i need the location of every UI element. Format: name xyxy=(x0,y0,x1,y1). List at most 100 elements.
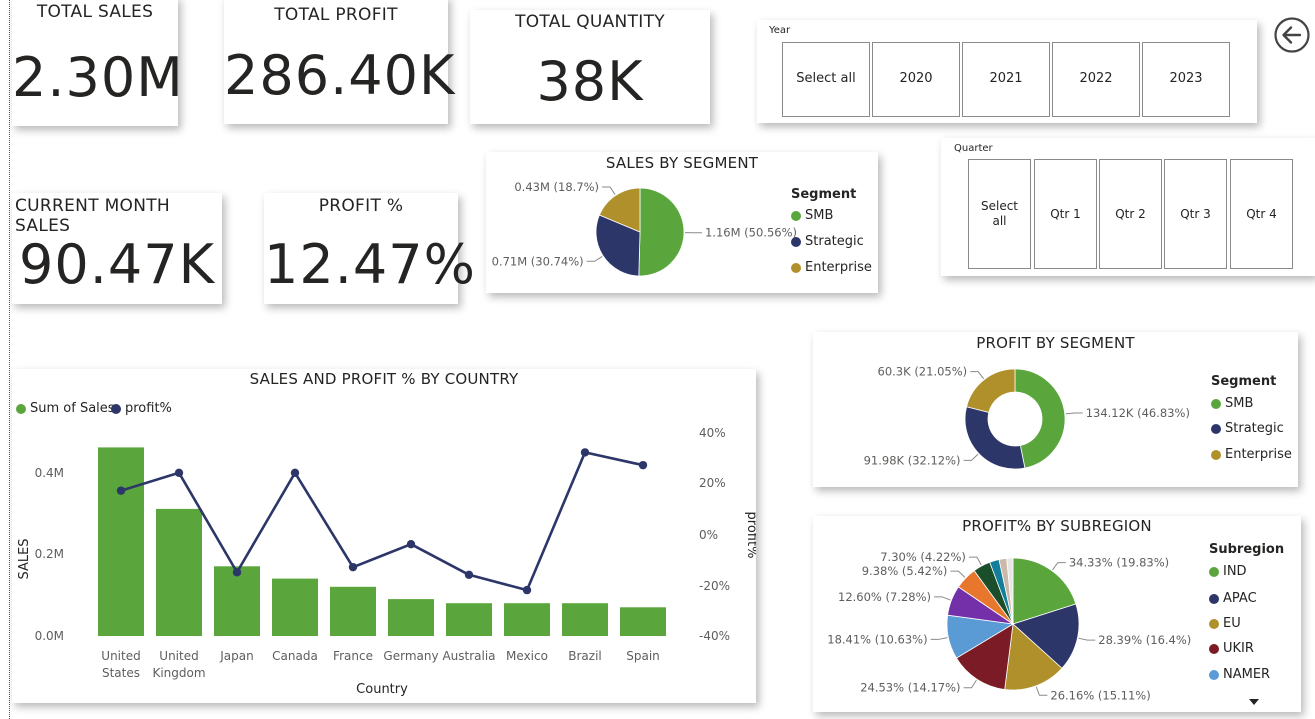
legend-item-smb[interactable]: SMB xyxy=(1211,396,1253,411)
data-label: 12.60% (7.28%) xyxy=(838,590,931,604)
pie-slice[interactable] xyxy=(966,368,1016,413)
legend-item-strategic[interactable]: Strategic xyxy=(1211,421,1284,436)
data-label: 60.3K (21.05%) xyxy=(878,365,968,379)
legend-label: Strategic xyxy=(1225,421,1284,436)
kpi-title: CURRENT MONTH SALES xyxy=(15,196,171,236)
slicer-option-2022[interactable]: 2022 xyxy=(1052,42,1140,117)
legend-label: SMB xyxy=(805,208,834,223)
legend-item-ukir[interactable]: UKIR xyxy=(1209,641,1254,656)
back-button[interactable] xyxy=(1273,16,1311,54)
legend-label: UKIR xyxy=(1223,641,1254,656)
kpi-value: 38K xyxy=(536,50,644,113)
slicer-title: Quarter xyxy=(954,143,993,154)
x-tick-label: United xyxy=(101,649,140,663)
data-label-leader xyxy=(934,596,951,601)
legend-dot xyxy=(1211,449,1221,460)
legend-item-strategic[interactable]: Strategic xyxy=(791,234,864,249)
data-label: 91.98K (32.12%) xyxy=(864,453,961,467)
legend-label: EU xyxy=(1223,616,1241,631)
slicer-option-select-all[interactable]: Select all xyxy=(968,159,1031,269)
data-label: 134.12K (46.83%) xyxy=(1086,406,1190,420)
legend-dot xyxy=(1209,669,1219,680)
data-label-leader xyxy=(968,556,982,566)
data-label-leader xyxy=(586,256,603,262)
profit-point[interactable] xyxy=(290,468,300,477)
slicer-option-2021[interactable]: 2021 xyxy=(962,42,1050,117)
legend-item-ind[interactable]: IND xyxy=(1209,564,1247,579)
legend-title: Segment xyxy=(791,187,857,202)
pie-slice[interactable] xyxy=(638,187,685,277)
legend-label: Strategic xyxy=(805,234,864,249)
legend-label: IND xyxy=(1223,564,1247,579)
year-slicer: Year Select all 2020 2021 2022 2023 xyxy=(757,20,1257,123)
y-tick-label: 0.4M xyxy=(35,466,64,480)
slicer-option-qtr-2[interactable]: Qtr 2 xyxy=(1099,159,1162,269)
sales-bar[interactable] xyxy=(388,599,434,636)
arrow-left-circle-icon xyxy=(1274,17,1310,53)
profit-point[interactable] xyxy=(116,486,126,495)
legend-dot xyxy=(1209,643,1219,654)
data-label-leader xyxy=(963,453,979,461)
sales-bar[interactable] xyxy=(446,603,492,636)
kpi-title: TOTAL PROFIT xyxy=(274,5,398,25)
slicer-option-2020[interactable]: 2020 xyxy=(872,42,960,117)
kpi-card-profit-pct: PROFIT % 12.47% xyxy=(264,193,475,304)
slicer-option-qtr-3[interactable]: Qtr 3 xyxy=(1164,159,1227,269)
slicer-option-2023[interactable]: 2023 xyxy=(1142,42,1230,117)
profit-point[interactable] xyxy=(464,570,474,579)
caret-down-icon xyxy=(1249,699,1259,705)
sales-bar[interactable] xyxy=(330,586,376,636)
x-axis-title: Country xyxy=(356,682,408,697)
data-label: 28.39% (16.4%) xyxy=(1098,633,1191,647)
data-label: 24.53% (14.17%) xyxy=(860,681,960,695)
data-label-leader xyxy=(930,637,948,640)
profit-point[interactable] xyxy=(580,448,590,457)
legend-item-smb[interactable]: SMB xyxy=(791,208,833,223)
kpi-title: PROFIT % xyxy=(318,196,404,216)
sales-bar[interactable] xyxy=(504,603,550,636)
profit-point[interactable] xyxy=(406,540,416,549)
kpi-value: 90.47K xyxy=(18,233,215,296)
profit-point[interactable] xyxy=(522,585,532,595)
profit-point[interactable] xyxy=(638,460,648,470)
data-label: 9.38% (5.42%) xyxy=(862,564,948,578)
data-label-leader xyxy=(1065,412,1083,415)
profit-point[interactable] xyxy=(232,568,242,577)
y2-tick-label: 0% xyxy=(699,528,718,542)
sales-bar[interactable] xyxy=(620,607,666,636)
y-tick-label: 0.2M xyxy=(35,547,64,561)
legend-label: APAC xyxy=(1223,591,1257,606)
kpi-title: TOTAL SALES xyxy=(36,2,154,22)
sales-bar[interactable] xyxy=(562,603,608,636)
x-tick-label: Mexico xyxy=(506,649,548,663)
sales-bar[interactable] xyxy=(272,578,318,636)
legend-item-enterprise[interactable]: Enterprise xyxy=(1211,447,1292,462)
kpi-value: 286.40K xyxy=(224,44,456,107)
slicer-option-qtr-4[interactable]: Qtr 4 xyxy=(1230,159,1293,269)
kpi-card-total-quantity: TOTAL QUANTITY 38K xyxy=(470,10,710,124)
profit-point[interactable] xyxy=(174,468,184,477)
data-label: 7.30% (4.22%) xyxy=(880,550,966,564)
legend-item-namer[interactable]: NAMER xyxy=(1209,667,1270,682)
legend-item-apac[interactable]: APAC xyxy=(1209,591,1257,606)
data-label-leader xyxy=(950,570,966,578)
pie-slice[interactable] xyxy=(964,406,1026,470)
sales-bar[interactable] xyxy=(156,508,202,636)
legend-dot xyxy=(1209,593,1219,604)
x-tick-label: Kingdom xyxy=(152,666,205,680)
pie-slice[interactable] xyxy=(1014,368,1066,469)
sales-bar[interactable] xyxy=(98,447,144,636)
sales-bar[interactable] xyxy=(214,566,260,636)
legend-more-button[interactable] xyxy=(1247,692,1261,705)
profit-point[interactable] xyxy=(348,562,358,572)
slicer-option-select-all[interactable]: Select all xyxy=(782,42,870,117)
data-label-leader xyxy=(1052,562,1066,571)
data-label: 0.71M (30.74%) xyxy=(492,254,584,268)
legend-item-eu[interactable]: EU xyxy=(1209,616,1241,631)
profit-by-subregion-chart: PROFIT% BY SUBREGION 34.33% (19.83%) 28.3… xyxy=(813,516,1301,712)
legend-title: Segment xyxy=(1211,374,1277,389)
legend-item-enterprise[interactable]: Enterprise xyxy=(791,260,872,275)
legend-dot xyxy=(1209,566,1219,577)
slicer-option-qtr-1[interactable]: Qtr 1 xyxy=(1034,159,1097,269)
legend-dot xyxy=(1209,618,1219,629)
